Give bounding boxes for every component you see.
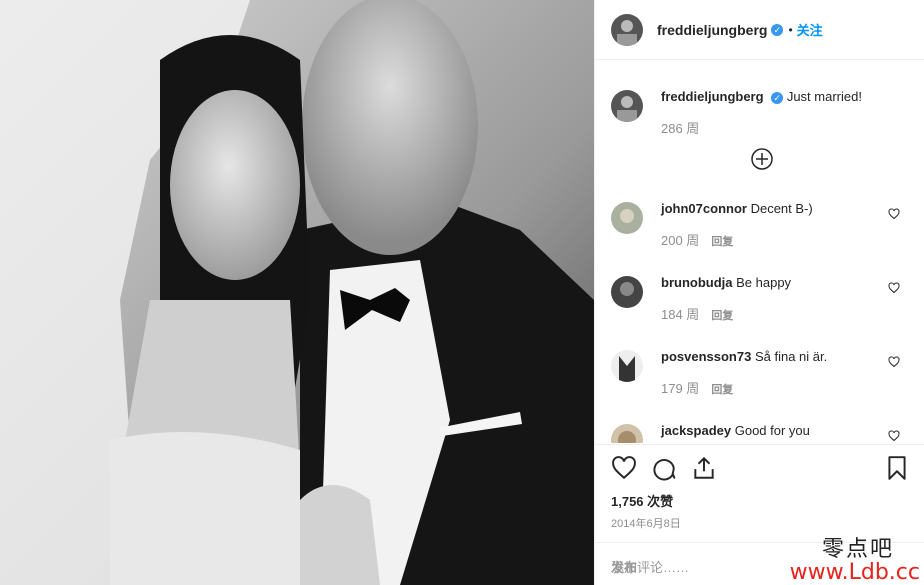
comment-text: Så fina ni är. <box>754 349 828 364</box>
comment-text: Good for you <box>734 423 810 438</box>
comment-time: 200 周 <box>661 233 700 248</box>
commenter-avatar[interactable] <box>611 276 643 308</box>
reply-button[interactable]: 回复 <box>711 384 733 396</box>
watermark-text: 零点吧 <box>821 537 894 562</box>
commenter-avatar[interactable] <box>611 202 643 234</box>
like-comment-heart-icon[interactable] <box>888 356 900 368</box>
comment-bubble-icon[interactable] <box>651 455 677 481</box>
like-heart-icon[interactable] <box>611 455 637 481</box>
comment-username[interactable]: jackspadey <box>661 423 731 438</box>
comment-username[interactable]: posvensson73 <box>661 349 751 364</box>
author-username[interactable]: freddieljungberg <box>657 22 767 38</box>
post-photo[interactable] <box>0 0 594 585</box>
likes-count[interactable]: 1,756 次赞 <box>611 491 673 510</box>
caption-time: 286 周 <box>661 121 700 136</box>
like-comment-heart-icon[interactable] <box>888 430 900 442</box>
like-comment-heart-icon[interactable] <box>888 208 900 220</box>
comment-username[interactable]: john07connor <box>661 201 747 216</box>
verified-badge-icon: ✓ <box>771 23 784 36</box>
separator-dot: • <box>788 22 793 37</box>
reply-button[interactable]: 回复 <box>711 236 733 248</box>
comment-item: brunobudja Be happy 184 周回复 <box>611 274 908 325</box>
caption-text: Just married! <box>786 89 862 104</box>
reply-button[interactable]: 回复 <box>711 310 733 322</box>
watermark-url: www.Ldb.cc <box>789 560 920 585</box>
like-comment-heart-icon[interactable] <box>888 282 900 294</box>
share-icon[interactable] <box>691 455 717 481</box>
comment-item: jackspadey Good for you <box>611 422 908 443</box>
post-date: 2014年6月8日 <box>611 518 681 530</box>
comment-time: 184 周 <box>661 307 700 322</box>
caption-avatar[interactable] <box>611 90 643 122</box>
post-actions: 1,756 次赞 2014年6月8日 <box>595 444 924 545</box>
commenter-avatar[interactable] <box>611 424 643 443</box>
post-side-panel: freddieljungberg ✓ • 关注 freddieljungberg… <box>594 0 924 585</box>
post-header: freddieljungberg ✓ • 关注 <box>595 0 924 60</box>
follow-button[interactable]: 关注 <box>797 20 823 39</box>
caption-username[interactable]: freddieljungberg <box>661 89 764 104</box>
comment-username[interactable]: brunobudja <box>661 275 733 290</box>
load-more-comments-icon[interactable] <box>751 148 773 170</box>
comment-text: Decent B-) <box>750 201 813 216</box>
author-avatar[interactable] <box>611 13 643 46</box>
comments-list[interactable]: freddieljungberg ✓ Just married! 286 周 j… <box>595 60 924 443</box>
commenter-avatar[interactable] <box>611 350 643 382</box>
comment-text: Be happy <box>736 275 792 290</box>
verified-badge-icon: ✓ <box>771 91 784 104</box>
comment-item: john07connor Decent B-) 200 周回复 <box>611 200 908 251</box>
caption-row: freddieljungberg ✓ Just married! 286 周 <box>611 88 908 138</box>
wedding-photo-image <box>0 0 594 585</box>
comment-item: posvensson73 Så fina ni är. 179 周回复 <box>611 348 908 399</box>
bookmark-icon[interactable] <box>884 455 910 481</box>
comment-time: 179 周 <box>661 381 700 396</box>
